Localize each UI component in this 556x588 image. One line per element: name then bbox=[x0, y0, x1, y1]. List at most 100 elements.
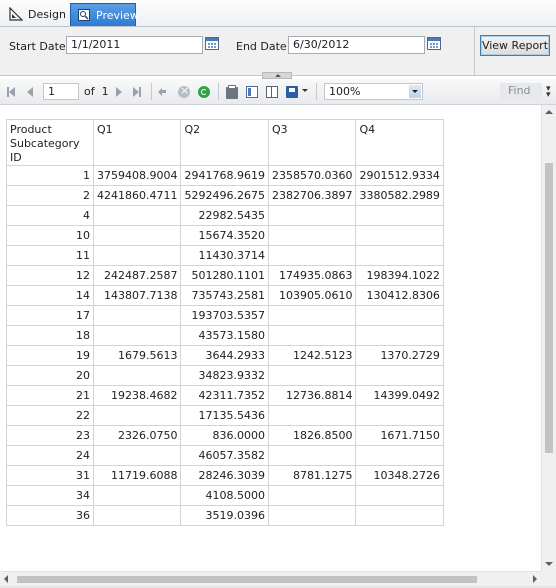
first-page-icon[interactable] bbox=[6, 86, 18, 98]
quarter-value-cell bbox=[92, 325, 182, 346]
print-icon[interactable] bbox=[226, 85, 238, 99]
scroll-right-icon[interactable] bbox=[527, 572, 541, 586]
quarter-value-cell: 2901512.9334 bbox=[355, 165, 444, 186]
start-date-calendar-icon[interactable] bbox=[205, 37, 219, 50]
quarter-value-cell: 19238.4682 bbox=[92, 385, 182, 406]
table-row: 2 4241860.4711 5292496.2675 2382706.3897 338… bbox=[6, 185, 444, 206]
quarter-value-cell: 2358570.0360 bbox=[267, 165, 357, 186]
table-row: 34 4108.5000 bbox=[6, 485, 444, 506]
scroll-up-icon[interactable] bbox=[542, 105, 556, 119]
chevron-down-icon[interactable] bbox=[409, 85, 421, 98]
export-icon[interactable] bbox=[286, 86, 298, 98]
quarter-value-cell: 501280.1101 bbox=[180, 265, 269, 286]
quarter-value-cell bbox=[92, 305, 182, 326]
vertical-scrollbar[interactable] bbox=[541, 105, 556, 571]
quarter-value-cell bbox=[267, 365, 357, 386]
column-header: Q1 bbox=[92, 119, 182, 166]
quarter-value-cell bbox=[92, 245, 182, 266]
preview-icon bbox=[77, 8, 91, 22]
table-row: 23 2326.0750 836.0000 1826.8500 1671.7150 bbox=[6, 425, 444, 446]
subcategory-id-cell: 1 bbox=[6, 165, 94, 186]
export-dropdown-icon[interactable] bbox=[302, 89, 308, 92]
quarter-value-cell: 836.0000 bbox=[180, 425, 269, 446]
subcategory-id-cell: 21 bbox=[6, 385, 94, 406]
quarter-value-cell: 193703.5357 bbox=[180, 305, 269, 326]
quarter-value-cell bbox=[267, 445, 357, 466]
quarter-value-cell: 3644.2933 bbox=[180, 345, 269, 366]
collapse-parameters-handle[interactable] bbox=[262, 72, 292, 79]
quarter-value-cell bbox=[267, 205, 357, 226]
zoom-value: 100% bbox=[329, 85, 361, 98]
quarter-value-cell: 1826.8500 bbox=[267, 425, 357, 446]
quarter-value-cell bbox=[92, 225, 182, 246]
page-setup-icon[interactable] bbox=[266, 86, 278, 98]
quarter-value-cell bbox=[267, 305, 357, 326]
table-row: 19 1679.5613 3644.2933 1242.5123 1370.2729 bbox=[6, 345, 444, 366]
page-of-label: of bbox=[84, 85, 95, 98]
quarter-value-cell: 3519.0396 bbox=[180, 505, 269, 526]
quarter-value-cell: 43573.1580 bbox=[180, 325, 269, 346]
tab-design[interactable]: Design bbox=[3, 4, 69, 24]
parameters-panel: Start Date 1/1/2011 End Date 6/30/2012 bbox=[0, 27, 556, 76]
quarter-value-cell: 143807.7138 bbox=[92, 285, 182, 306]
quarter-value-cell: 46057.3582 bbox=[180, 445, 269, 466]
quarter-value-cell: 2326.0750 bbox=[92, 425, 182, 446]
stop-icon[interactable] bbox=[178, 84, 190, 98]
scroll-down-icon[interactable] bbox=[542, 557, 556, 571]
subcategory-id-cell: 24 bbox=[6, 445, 94, 466]
back-icon[interactable] bbox=[158, 86, 170, 98]
quarter-value-cell: 17135.5436 bbox=[180, 405, 269, 426]
subcategory-id-cell: 19 bbox=[6, 345, 94, 366]
quarter-value-cell: 1242.5123 bbox=[267, 345, 357, 366]
table-row: 10 15674.3520 bbox=[6, 225, 444, 246]
quarter-value-cell: 34823.9332 bbox=[180, 365, 269, 386]
scroll-left-icon[interactable] bbox=[0, 572, 14, 586]
tab-preview[interactable]: Preview bbox=[70, 3, 139, 26]
horizontal-scroll-thumb[interactable] bbox=[17, 576, 477, 583]
subcategory-id-cell: 11 bbox=[6, 245, 94, 266]
table-row: 4 22982.5435 bbox=[6, 205, 444, 226]
toolbar-separator bbox=[151, 83, 152, 100]
quarter-value-cell: 3380582.2989 bbox=[355, 185, 444, 206]
refresh-icon[interactable] bbox=[198, 86, 210, 98]
view-report-button[interactable]: View Report bbox=[480, 35, 550, 56]
end-date-input[interactable]: 6/30/2012 bbox=[288, 36, 425, 54]
horizontal-scrollbar[interactable] bbox=[0, 571, 541, 586]
vertical-scroll-thumb[interactable] bbox=[545, 163, 553, 453]
quarter-value-cell: 42311.7352 bbox=[180, 385, 269, 406]
print-layout-icon[interactable] bbox=[246, 86, 258, 98]
page-total: 1 bbox=[101, 85, 109, 98]
tab-design-label: Design bbox=[28, 7, 66, 21]
design-icon bbox=[9, 6, 24, 21]
quarter-value-cell: 130412.8306 bbox=[355, 285, 444, 306]
end-date-calendar-icon[interactable] bbox=[427, 37, 441, 50]
quarter-value-cell bbox=[267, 405, 357, 426]
quarter-value-cell bbox=[267, 225, 357, 246]
find-button[interactable]: Find bbox=[500, 83, 542, 100]
start-date-input[interactable]: 1/1/2011 bbox=[66, 36, 203, 54]
quarter-value-cell bbox=[355, 305, 444, 326]
table-row: 14 143807.7138 735743.2581 103905.0610 13041… bbox=[6, 285, 444, 306]
toolbar-separator bbox=[316, 83, 317, 100]
quarter-value-cell: 10348.2726 bbox=[355, 465, 444, 486]
tab-preview-label: Preview bbox=[96, 8, 139, 22]
quarter-value-cell: 12736.8814 bbox=[267, 385, 357, 406]
current-page-input[interactable]: 1 bbox=[43, 83, 79, 100]
subcategory-id-cell: 14 bbox=[6, 285, 94, 306]
toolbar-overflow-icon[interactable]: ▾ ▾ bbox=[546, 85, 551, 100]
previous-page-icon[interactable] bbox=[24, 86, 36, 98]
quarter-value-cell bbox=[355, 445, 444, 466]
quarter-value-cell bbox=[92, 485, 182, 506]
quarter-value-cell bbox=[92, 505, 182, 526]
quarter-value-cell bbox=[355, 405, 444, 426]
subcategory-id-cell: 4 bbox=[6, 205, 94, 226]
table-row: 17 193703.5357 bbox=[6, 305, 444, 326]
last-page-icon[interactable] bbox=[131, 86, 143, 98]
next-page-icon[interactable] bbox=[113, 86, 125, 98]
quarter-value-cell: 22982.5435 bbox=[180, 205, 269, 226]
table-row: 11 11430.3714 bbox=[6, 245, 444, 266]
zoom-select[interactable]: 100% bbox=[324, 83, 423, 100]
table-row: 1 3759408.9004 2941768.9619 2358570.0360 290… bbox=[6, 165, 444, 186]
quarter-value-cell bbox=[355, 505, 444, 526]
page-count-text: of 1 bbox=[84, 85, 109, 98]
